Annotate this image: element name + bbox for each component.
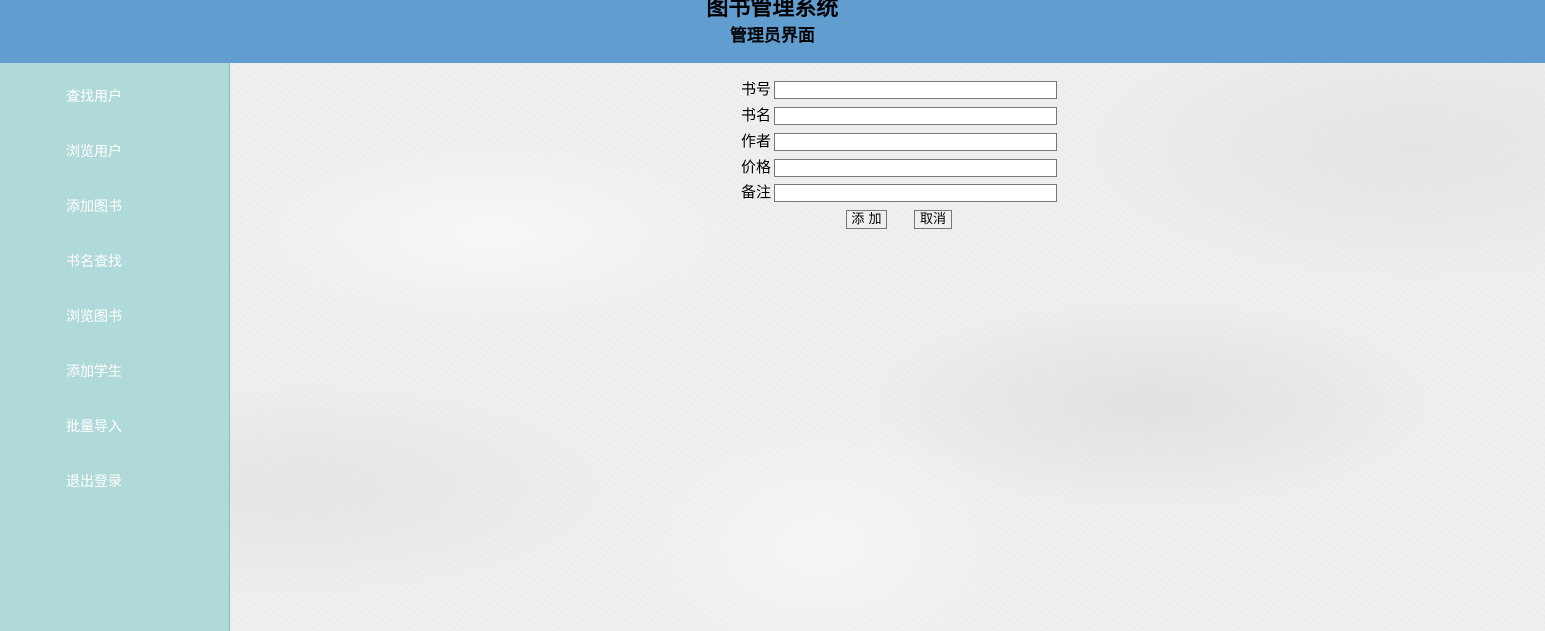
sidebar-item-batch-import[interactable]: 批量导入: [66, 418, 122, 436]
author-label: 作者: [741, 132, 772, 150]
sidebar-item-logout[interactable]: 退出登录: [66, 473, 122, 491]
sidebar-nav: 查找用户 浏览用户 添加图书 书名查找 浏览图书 添加学生 批量导入 退出登录: [0, 63, 230, 631]
book-title-input[interactable]: [774, 107, 1057, 125]
price-input[interactable]: [774, 159, 1057, 177]
remarks-label: 备注: [741, 183, 772, 201]
remarks-input[interactable]: [774, 184, 1057, 202]
book-id-label: 书号: [741, 80, 772, 98]
main-content: 书号 书名 作者 价格 备注 添 加 取消: [230, 63, 1545, 631]
app-header: 图书管理系统 管理员界面: [0, 0, 1545, 63]
sidebar-item-browse-users[interactable]: 浏览用户: [66, 143, 122, 161]
page-subtitle: 管理员界面: [730, 26, 815, 46]
app-title: 图书管理系统: [706, 0, 839, 21]
author-input[interactable]: [774, 133, 1057, 151]
cancel-button[interactable]: 取消: [914, 210, 952, 229]
sidebar-item-find-user[interactable]: 查找用户: [66, 88, 122, 106]
sidebar-item-browse-books[interactable]: 浏览图书: [66, 308, 122, 326]
sidebar-item-add-book[interactable]: 添加图书: [66, 198, 122, 216]
add-button[interactable]: 添 加: [846, 210, 887, 229]
book-title-label: 书名: [741, 106, 772, 124]
price-label: 价格: [741, 158, 772, 176]
book-id-input[interactable]: [774, 81, 1057, 99]
sidebar-item-add-student[interactable]: 添加学生: [66, 363, 122, 381]
sidebar-item-search-by-title[interactable]: 书名查找: [66, 253, 122, 271]
